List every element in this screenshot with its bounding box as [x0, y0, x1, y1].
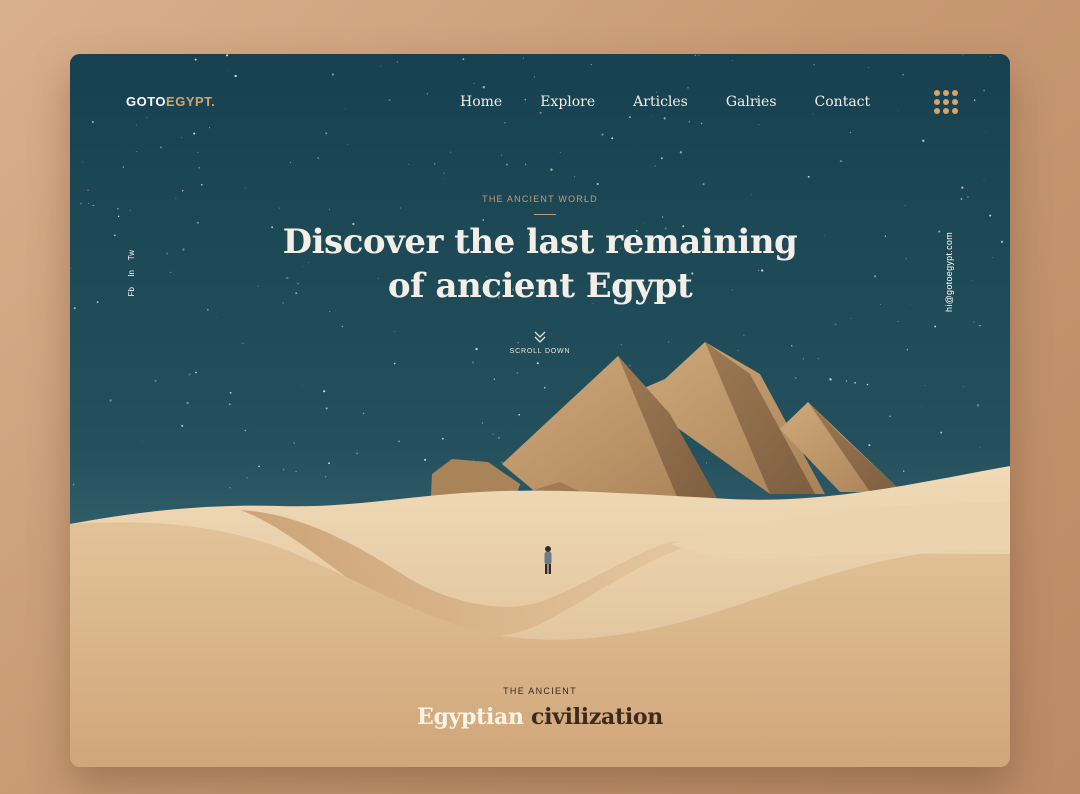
- kicker-divider: [534, 214, 556, 215]
- scroll-down-label: SCROLL DOWN: [509, 348, 571, 355]
- hero-kicker: THE ANCIENT WORLD: [482, 194, 598, 204]
- nav-item-explore[interactable]: Explore: [540, 94, 595, 110]
- nav-item-articles[interactable]: Articles: [633, 94, 688, 110]
- logo-text-egypt: EGYPT.: [166, 94, 216, 109]
- brand-logo[interactable]: GOTOEGYPT.: [126, 94, 215, 109]
- main-navigation: Home Explore Articles Galries Contact: [460, 94, 908, 110]
- section-title-dark: civilization: [531, 704, 663, 730]
- section-title-light: Egyptian: [417, 704, 524, 730]
- scroll-down-button[interactable]: SCROLL DOWN: [70, 330, 1010, 355]
- desert-pyramids-scene: [70, 54, 1010, 767]
- chevron-double-down-icon: [534, 331, 546, 343]
- headline-line-1: Discover the last remaining: [282, 222, 798, 262]
- hero-headline: Discover the last remaining of ancient E…: [70, 220, 1010, 308]
- section-kicker: THE ANCIENT: [503, 686, 577, 696]
- section-title: Egyptian civilization: [70, 704, 1010, 730]
- logo-text-goto: GOTO: [126, 94, 167, 109]
- nav-item-home[interactable]: Home: [460, 94, 502, 110]
- grid-dots-icon[interactable]: [934, 90, 958, 114]
- nav-item-contact[interactable]: Contact: [815, 94, 871, 110]
- hero-card: GOTOEGYPT. Home Explore Articles Galries…: [70, 54, 1010, 767]
- headline-line-2: of ancient Egypt: [387, 266, 693, 306]
- nav-item-galleries[interactable]: Galries: [726, 94, 777, 110]
